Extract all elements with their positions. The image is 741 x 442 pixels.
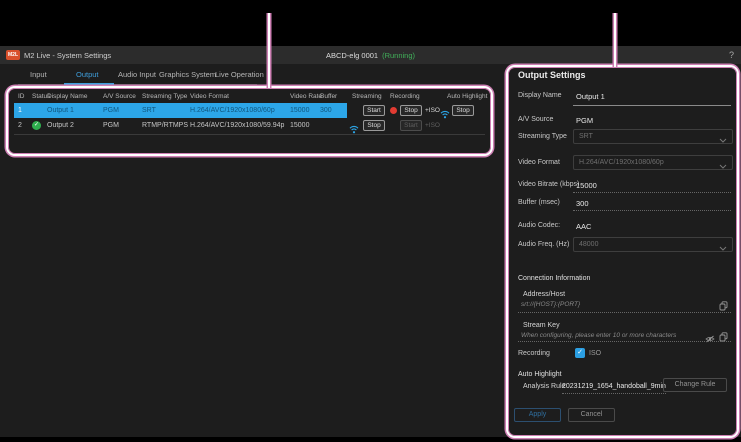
streaming-active-icon (349, 121, 359, 139)
video-bitrate-input[interactable]: 15000 (576, 181, 597, 190)
recording-start-button[interactable]: Start (400, 120, 422, 131)
chevron-down-icon (719, 135, 727, 143)
tab-audio-input[interactable]: Audio Input (118, 70, 156, 79)
analysis-rule-value: 20231219_1654_handoball_9min (562, 383, 666, 390)
help-button[interactable]: ? (729, 50, 734, 60)
status-ok-icon: ✓ (32, 121, 41, 130)
tab-output[interactable]: Output (76, 70, 99, 79)
cell-video-rate: 15000 (290, 107, 310, 114)
recording-iso-label: +ISO (425, 122, 440, 129)
audio-freq-label: Audio Freq. (Hz) (518, 241, 570, 248)
main-content: Input Output Audio Input Graphics System… (0, 64, 741, 437)
connection-info-title: Connection Information (518, 275, 591, 282)
col-header-streaming: Streaming (352, 93, 382, 100)
panel-title: Output Settings (518, 70, 586, 80)
tab-underline (18, 84, 257, 85)
iso-checkbox-label: ISO (589, 350, 602, 357)
address-host-input[interactable]: srt://{HOST}:{PORT} (521, 301, 580, 308)
display-name-label: Display Name (518, 92, 562, 99)
stream-key-underline (518, 341, 731, 342)
screen: M2L M2 Live - System Settings ABCD-elg 0… (0, 0, 741, 442)
col-header-auto-highlight: Auto Highlight (447, 93, 488, 100)
col-header-video-format: Video Format (190, 93, 229, 100)
video-bitrate-underline (573, 192, 731, 193)
tab-live-operation[interactable]: Live Operation (215, 70, 264, 79)
cell-video-rate: 15000 (290, 122, 310, 129)
analysis-rule-label: Analysis Rule (523, 383, 566, 390)
titlebar: M2L M2 Live - System Settings ABCD-elg 0… (0, 46, 741, 64)
analysis-rule-underline (562, 393, 666, 394)
iso-checkbox[interactable]: ✓ (575, 348, 585, 358)
cell-streaming-type: RTMP/RTMPS (142, 122, 189, 129)
col-header-buffer: Buffer (320, 93, 338, 100)
copy-icon[interactable] (719, 298, 728, 316)
av-source-label: A/V Source (518, 116, 554, 123)
chevron-down-icon (719, 161, 727, 169)
cell-display-name: Output 1 (47, 107, 74, 114)
cell-av-source: PGM (103, 107, 119, 114)
video-format-dropdown[interactable]: H.264/AVC/1920x1080/60p (573, 155, 733, 170)
col-header-streaming-type: Streaming Type (142, 93, 188, 100)
audio-freq-dropdown[interactable]: 48000 (573, 237, 733, 252)
address-host-underline (518, 312, 731, 313)
eye-slash-icon[interactable] (705, 330, 715, 348)
device-name: ABCD-elg 0001 (325, 51, 379, 60)
cell-video-format: H.264/AVC/1920x1080/59.94p (190, 122, 285, 129)
col-header-id: ID (18, 93, 25, 100)
audio-codec-value: AAC (576, 222, 592, 231)
cell-id: 2 (18, 122, 22, 129)
audio-freq-value: 48000 (579, 241, 599, 248)
recording-iso-label: +ISO (425, 107, 440, 114)
streaming-start-button[interactable]: Start (363, 105, 385, 116)
streaming-type-dropdown[interactable]: SRT (573, 129, 733, 144)
running-status: (Running) (382, 51, 416, 60)
recording-label: Recording (518, 350, 550, 357)
video-format-value: H.264/AVC/1920x1080/60p (579, 159, 664, 166)
buffer-input[interactable]: 300 (576, 199, 589, 208)
cell-display-name: Output 2 (47, 122, 74, 129)
col-header-recording: Recording (390, 93, 420, 100)
av-source-value: PGM (576, 116, 594, 125)
col-header-display-name: Display Name (47, 93, 88, 100)
audio-codec-label: Audio Codec: (518, 222, 561, 229)
tab-graphics-system[interactable]: Graphics System (159, 70, 216, 79)
outputs-table: ID Status Display Name A/V Source Stream… (13, 90, 488, 152)
streaming-type-value: SRT (579, 133, 593, 140)
display-name-underline (573, 105, 731, 106)
stream-key-input[interactable]: When configuring, please enter 10 or mor… (521, 332, 676, 339)
auto-highlight-title: Auto Highlight (518, 371, 562, 378)
cell-av-source: PGM (103, 122, 119, 129)
change-rule-button[interactable]: Change Rule (663, 378, 727, 392)
recording-active-icon (390, 107, 397, 114)
video-format-label: Video Format (518, 159, 560, 166)
chevron-down-icon (719, 243, 727, 251)
cell-buffer: 300 (320, 107, 332, 114)
table-row-output-1[interactable]: 1 Output 1 PGM SRT H.264/AVC/1920x1080/6… (13, 103, 486, 119)
highlight-stop-button[interactable]: Stop (452, 105, 474, 116)
streaming-type-label: Streaming Type (518, 133, 567, 140)
copy-icon[interactable] (719, 329, 728, 347)
device-status: ABCD-elg 0001 (Running) (0, 51, 741, 60)
cancel-button[interactable]: Cancel (568, 408, 615, 422)
buffer-label: Buffer (msec) (518, 199, 560, 206)
display-name-input[interactable]: Output 1 (576, 92, 605, 101)
apply-button[interactable]: Apply (514, 408, 561, 422)
stream-key-label: Stream Key (523, 322, 560, 329)
col-header-av-source: A/V Source (103, 93, 136, 100)
col-header-video-rate: Video Rate (290, 93, 323, 100)
active-tab-underline (64, 83, 114, 85)
video-bitrate-label: Video Bitrate (kbps) (518, 181, 580, 188)
cell-streaming-type: SRT (142, 107, 156, 114)
table-row-output-2[interactable]: 2 ✓ Output 2 PGM RTMP/RTMPS H.264/AVC/19… (13, 118, 486, 134)
buffer-underline (573, 210, 731, 211)
cell-id: 1 (18, 107, 22, 114)
output-settings-panel: Output Settings Display Name Output 1 A/… (512, 70, 735, 437)
streaming-stop-button[interactable]: Stop (363, 120, 385, 131)
recording-stop-button[interactable]: Stop (400, 105, 422, 116)
address-host-label: Address/Host (523, 291, 566, 298)
table-separator (14, 134, 485, 135)
cell-video-format: H.264/AVC/1920x1080/60p (190, 107, 275, 114)
tab-input[interactable]: Input (30, 70, 47, 79)
